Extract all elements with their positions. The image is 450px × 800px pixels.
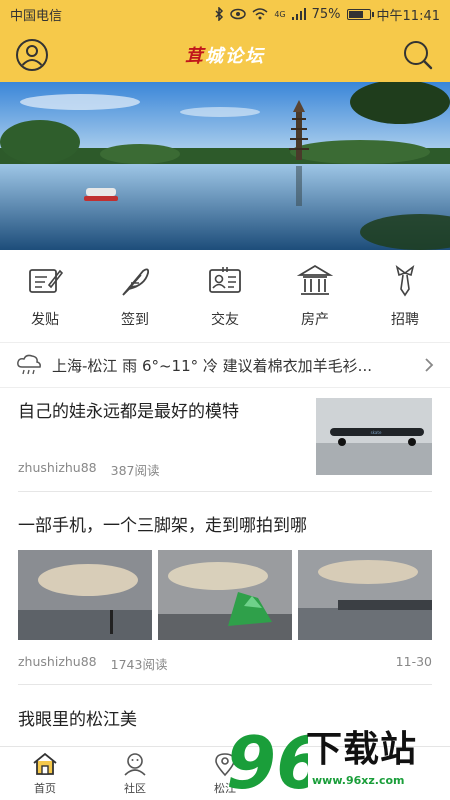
nav-item-post[interactable]: 发贴 <box>10 263 80 329</box>
banner-carousel[interactable] <box>0 82 450 250</box>
post-title: 一部手机，一个三脚架，走到哪拍到哪 <box>18 516 307 536</box>
post-title: 我眼里的松江美 <box>18 710 137 730</box>
divider <box>18 684 432 685</box>
battery-icon <box>346 8 374 20</box>
battery-fill <box>348 10 363 18</box>
list-item[interactable]: 自己的娃永远都是最好的模特 zhushizhu88 387阅读 skate <box>18 398 432 478</box>
post-image-3 <box>298 550 432 640</box>
divider <box>18 491 432 492</box>
post-thumbnail: skate <box>316 398 432 475</box>
battery-percent: 75% <box>311 6 341 22</box>
nav-label: 发贴 <box>31 312 59 328</box>
tab-home[interactable]: 首页 <box>0 747 90 800</box>
nav-item-property[interactable]: 房产 <box>280 263 350 329</box>
post-feed: 自己的娃永远都是最好的模特 zhushizhu88 387阅读 skate 一部… <box>0 388 450 746</box>
bluetooth-icon <box>215 7 224 21</box>
nav-label: 签到 <box>121 312 149 328</box>
watermark-url: www.96xz.com <box>312 774 405 787</box>
watermark-text: 下载站 <box>306 729 418 770</box>
brand-first-char: 茸 <box>185 46 205 67</box>
post-author: zhushizhu88 <box>18 460 97 475</box>
building-icon <box>297 264 333 295</box>
status-bar: 中国电信 4G 75% 中午11:41 <box>0 0 450 28</box>
clock: 中午11:41 <box>376 8 440 24</box>
nav-item-jobs[interactable]: 招聘 <box>370 263 440 329</box>
home-icon <box>33 752 57 775</box>
quick-nav: 发贴 签到 交友 房产 招聘 <box>0 250 450 342</box>
svg-text:96: 96 <box>226 721 308 800</box>
post-meta: zhushizhu88 387阅读 <box>18 460 160 479</box>
search-icon <box>404 41 433 70</box>
watermark: 96 下载站 www.96xz.com <box>224 718 450 800</box>
cloud-rain-icon <box>17 354 41 375</box>
banner-image <box>0 82 450 250</box>
post-image-2 <box>158 550 292 640</box>
tab-community[interactable]: 社区 <box>90 747 180 800</box>
post-meta: zhushizhu88 1743阅读 11-30 <box>18 654 432 673</box>
list-item[interactable]: 一部手机，一个三脚架，走到哪拍到哪 zhushizhu88 1743阅读 11-… <box>18 512 432 680</box>
community-icon <box>124 753 146 776</box>
signal-icon <box>291 8 306 20</box>
post-reads: 1743阅读 <box>110 657 168 672</box>
nav-item-friends[interactable]: 交友 <box>190 263 260 329</box>
post-date: 11-30 <box>395 654 432 669</box>
profile-button[interactable] <box>14 37 50 73</box>
nav-label: 招聘 <box>391 312 419 328</box>
tab-label: 首页 <box>34 782 56 795</box>
search-button[interactable] <box>400 37 436 73</box>
eye-icon <box>230 8 247 20</box>
tie-icon <box>395 265 415 297</box>
carrier-label: 中国电信 <box>10 8 63 24</box>
user-icon <box>16 39 48 71</box>
wifi-icon <box>252 8 268 20</box>
brand-logo: 茸城论坛 <box>185 42 265 68</box>
app-header: 茸城论坛 <box>0 28 450 82</box>
paddle-boat <box>84 188 118 201</box>
brand-rest: 城论坛 <box>205 46 265 67</box>
post-reads: 387阅读 <box>110 463 160 478</box>
status-indicators: 4G 75% 中午11:41 <box>214 5 440 24</box>
tab-label: 社区 <box>124 782 146 795</box>
watermark-logo: 96 <box>226 721 308 800</box>
chevron-right-icon <box>425 358 434 372</box>
post-author: zhushizhu88 <box>18 654 97 669</box>
feather-icon <box>122 268 150 296</box>
weather-bar[interactable]: 上海-松江 雨 6°~11° 冷 建议着棉衣加羊毛衫... <box>0 342 450 388</box>
post-title: 自己的娃永远都是最好的模特 <box>18 402 239 422</box>
weather-text: 上海-松江 雨 6°~11° 冷 建议着棉衣加羊毛衫... <box>52 356 372 375</box>
nav-label: 交友 <box>211 312 239 328</box>
nav-item-checkin[interactable]: 签到 <box>100 263 170 329</box>
network-type: 4G <box>274 9 286 19</box>
nav-label: 房产 <box>301 312 329 328</box>
svg-text:skate: skate <box>371 430 382 435</box>
compose-icon <box>29 269 63 293</box>
post-image-1 <box>18 550 152 640</box>
contact-card-icon <box>209 267 241 293</box>
